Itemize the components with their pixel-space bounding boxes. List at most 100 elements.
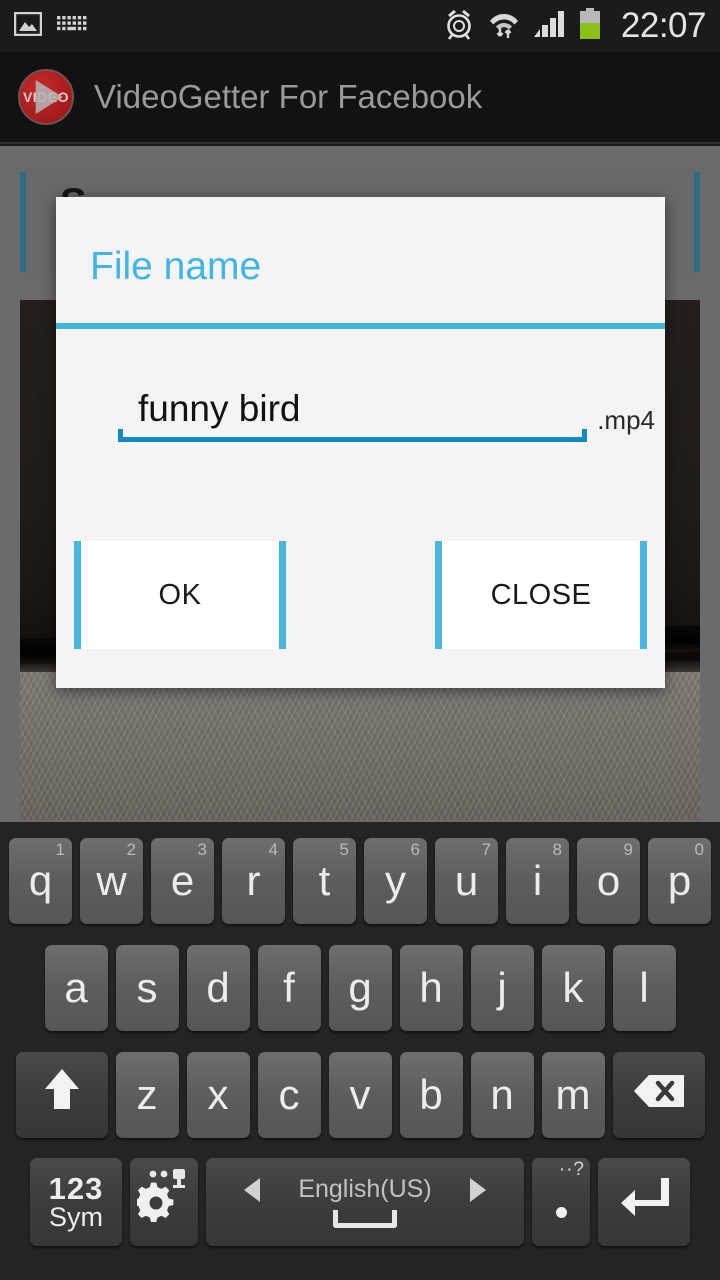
key-e-label: e xyxy=(170,856,195,904)
enter-key[interactable] xyxy=(598,1157,690,1246)
key-h[interactable]: h xyxy=(399,944,463,1031)
settings-key[interactable] xyxy=(130,1157,198,1246)
shift-icon xyxy=(42,1067,82,1123)
backspace-key[interactable] xyxy=(612,1051,705,1138)
key-z[interactable]: z xyxy=(115,1051,179,1138)
key-s[interactable]: s xyxy=(115,944,179,1031)
symbols-key-line2: Sym xyxy=(49,1201,103,1232)
key-e[interactable]: 3 e xyxy=(151,837,214,924)
key-q-number: 1 xyxy=(55,839,65,859)
filename-input-value[interactable]: funny bird xyxy=(118,387,587,431)
key-u-number: 7 xyxy=(481,839,491,859)
key-i-number: 8 xyxy=(552,839,562,859)
keyboard-row-3: z x c v b n m xyxy=(0,1041,720,1148)
key-f[interactable]: f xyxy=(257,944,321,1031)
key-y-label: y xyxy=(385,856,406,904)
key-b-label: b xyxy=(419,1070,443,1118)
ok-button[interactable]: OK xyxy=(74,541,286,649)
space-bar-icon xyxy=(333,1210,397,1228)
space-key[interactable]: English(US) xyxy=(206,1157,524,1246)
ok-button-label: OK xyxy=(158,578,202,611)
shift-key[interactable] xyxy=(15,1051,108,1138)
thumbnail-fabric-texture xyxy=(20,672,700,820)
battery-icon xyxy=(578,7,602,45)
key-t-number: 5 xyxy=(339,839,349,859)
key-r-number: 4 xyxy=(268,839,278,859)
action-bar: VIDEO VideoGetter For Facebook xyxy=(0,52,720,144)
keyboard-row-2: a s d f g h j k l xyxy=(0,934,720,1041)
key-d[interactable]: d xyxy=(186,944,250,1031)
close-button[interactable]: CLOSE xyxy=(435,541,647,649)
app-logo-icon: VIDEO xyxy=(18,69,74,125)
phone-screen: 22:07 VIDEO VideoGetter For Facebook S _… xyxy=(0,0,720,1280)
backspace-icon xyxy=(632,1071,686,1119)
enter-icon xyxy=(617,1174,671,1230)
filename-input-row: funny bird .mp4 xyxy=(56,387,665,452)
keyboard-row-4: 123 Sym English(US) ··? xyxy=(0,1148,720,1255)
key-n[interactable]: n xyxy=(470,1051,534,1138)
filename-input-underline xyxy=(118,429,588,442)
keyboard-row-1: 1 q 2 w 3 e 4 r 5 t 6 y 7 u 8 i 9 o 0 p xyxy=(0,827,720,934)
key-l-label: l xyxy=(639,963,649,1011)
key-t[interactable]: 5 t xyxy=(293,837,356,924)
key-u-label: u xyxy=(454,856,479,904)
key-q[interactable]: 1 q xyxy=(9,837,72,924)
key-c-label: c xyxy=(278,1070,300,1118)
key-x[interactable]: x xyxy=(186,1051,250,1138)
gear-icon xyxy=(133,1167,191,1237)
symbols-key[interactable]: 123 Sym xyxy=(30,1157,122,1246)
key-h-label: h xyxy=(419,963,443,1011)
dialog-button-row: OK CLOSE xyxy=(56,541,665,649)
app-title: VideoGetter For Facebook xyxy=(94,78,483,115)
key-y-number: 6 xyxy=(410,839,420,859)
period-key[interactable]: ··? xyxy=(532,1157,590,1246)
key-o[interactable]: 9 o xyxy=(577,837,640,924)
key-k-label: k xyxy=(562,963,584,1011)
key-m[interactable]: m xyxy=(541,1051,605,1138)
alarm-icon xyxy=(443,8,475,45)
close-button-label: CLOSE xyxy=(490,578,592,611)
filename-input[interactable]: funny bird xyxy=(118,387,588,452)
key-v[interactable]: v xyxy=(328,1051,392,1138)
key-m-label: m xyxy=(555,1070,591,1118)
key-l[interactable]: l xyxy=(612,944,676,1031)
key-w-number: 2 xyxy=(126,839,136,859)
key-u[interactable]: 7 u xyxy=(435,837,498,924)
key-g[interactable]: g xyxy=(328,944,392,1031)
space-language-row: English(US) xyxy=(244,1175,486,1204)
signal-icon xyxy=(533,9,565,44)
play-triangle-icon xyxy=(35,80,63,114)
dialog-title-divider xyxy=(56,323,665,329)
key-o-number: 9 xyxy=(623,839,633,859)
key-p[interactable]: 0 p xyxy=(648,837,711,924)
key-w-label: w xyxy=(96,856,127,904)
key-g-label: g xyxy=(348,963,372,1011)
key-k[interactable]: k xyxy=(541,944,605,1031)
period-dot-icon xyxy=(555,1207,567,1218)
key-s-label: s xyxy=(136,963,158,1011)
key-c[interactable]: c xyxy=(257,1051,321,1138)
key-v-label: v xyxy=(349,1070,371,1118)
status-bar-clock: 22:07 xyxy=(620,6,707,45)
status-bar-left-icons xyxy=(13,11,88,41)
key-p-number: 0 xyxy=(694,839,704,859)
key-y[interactable]: 6 y xyxy=(364,837,427,924)
key-r-label: r xyxy=(246,856,261,904)
key-d-label: d xyxy=(206,963,230,1011)
key-j[interactable]: j xyxy=(470,944,534,1031)
file-extension-label: .mp4 xyxy=(597,405,655,435)
key-q-label: q xyxy=(28,856,53,904)
key-w[interactable]: 2 w xyxy=(80,837,143,924)
key-p-label: p xyxy=(667,856,692,904)
symbols-key-line1: 123 xyxy=(48,1170,104,1206)
key-r[interactable]: 4 r xyxy=(222,837,285,924)
key-f-label: f xyxy=(283,963,295,1011)
next-language-icon[interactable] xyxy=(469,1177,486,1202)
key-i[interactable]: 8 i xyxy=(506,837,569,924)
prev-language-icon[interactable] xyxy=(244,1177,261,1202)
key-b[interactable]: b xyxy=(399,1051,463,1138)
key-a[interactable]: a xyxy=(44,944,108,1031)
file-name-dialog: File name funny bird .mp4 OK CLOSE xyxy=(56,197,665,688)
key-i-label: i xyxy=(532,856,543,904)
key-t-label: t xyxy=(318,856,331,904)
